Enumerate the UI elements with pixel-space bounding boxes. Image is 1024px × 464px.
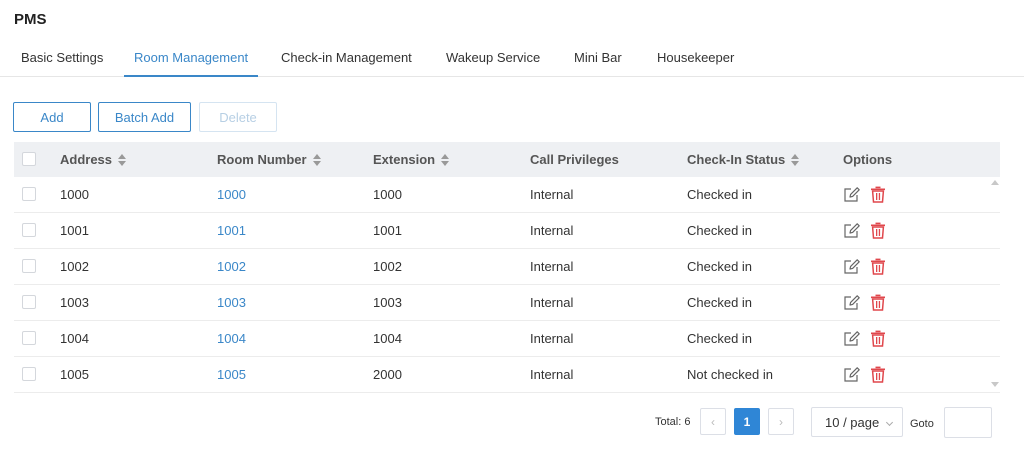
cell-extension: 2000 bbox=[373, 367, 402, 382]
next-page-button[interactable]: › bbox=[768, 408, 794, 435]
cell-room-number-link[interactable]: 1001 bbox=[217, 213, 246, 248]
trash-icon[interactable] bbox=[870, 366, 886, 383]
cell-room-number-link[interactable]: 1002 bbox=[217, 249, 246, 284]
cell-extension: 1004 bbox=[373, 331, 402, 346]
cell-address: 1001 bbox=[60, 223, 89, 238]
column-header-address[interactable]: Address bbox=[60, 142, 127, 177]
chevron-down-icon bbox=[885, 418, 894, 427]
trash-icon[interactable] bbox=[870, 294, 886, 311]
column-header-call-privileges: Call Privileges bbox=[530, 152, 619, 167]
room-table: Address Room Number Extension Call Privi… bbox=[14, 142, 1000, 393]
row-checkbox[interactable] bbox=[22, 295, 36, 309]
table-row: 1004 1004 1004 Internal Checked in bbox=[14, 321, 1000, 357]
cell-call-privileges: Internal bbox=[530, 295, 574, 310]
row-checkbox[interactable] bbox=[22, 367, 36, 381]
column-header-check-in-status[interactable]: Check-In Status bbox=[687, 142, 800, 177]
tab-check-in-management[interactable]: Check-in Management bbox=[281, 50, 412, 65]
table-body: 1000 1000 1000 Internal Checked in 1001 … bbox=[14, 177, 1000, 393]
sort-icon[interactable] bbox=[441, 153, 450, 166]
prev-page-button[interactable]: ‹ bbox=[700, 408, 726, 435]
table-row: 1003 1003 1003 Internal Checked in bbox=[14, 285, 1000, 321]
goto-page-input[interactable] bbox=[944, 407, 992, 438]
edit-icon[interactable] bbox=[844, 366, 860, 383]
app-title: PMS bbox=[14, 11, 47, 28]
sort-icon[interactable] bbox=[791, 153, 800, 166]
cell-extension: 1001 bbox=[373, 223, 402, 238]
cell-call-privileges: Internal bbox=[530, 259, 574, 274]
cell-check-in-status: Checked in bbox=[687, 259, 753, 274]
sort-icon[interactable] bbox=[312, 153, 321, 166]
cell-call-privileges: Internal bbox=[530, 367, 574, 382]
tab-mini-bar[interactable]: Mini Bar bbox=[574, 50, 622, 65]
cell-address: 1004 bbox=[60, 331, 89, 346]
batch-add-button[interactable]: Batch Add bbox=[98, 102, 191, 132]
cell-address: 1000 bbox=[60, 187, 89, 202]
row-checkbox[interactable] bbox=[22, 331, 36, 345]
active-tab-indicator bbox=[124, 75, 258, 77]
trash-icon[interactable] bbox=[870, 186, 886, 203]
page-1-button[interactable]: 1 bbox=[734, 408, 760, 435]
edit-icon[interactable] bbox=[844, 258, 860, 275]
column-header-extension[interactable]: Extension bbox=[373, 142, 450, 177]
tab-housekeeper[interactable]: Housekeeper bbox=[657, 50, 734, 65]
sort-icon[interactable] bbox=[118, 153, 127, 166]
table-row: 1001 1001 1001 Internal Checked in bbox=[14, 213, 1000, 249]
tab-basic-settings[interactable]: Basic Settings bbox=[21, 50, 103, 65]
row-checkbox[interactable] bbox=[22, 259, 36, 273]
cell-room-number-link[interactable]: 1004 bbox=[217, 321, 246, 356]
pagination-total: Total: 6 bbox=[655, 416, 691, 428]
column-header-options: Options bbox=[843, 152, 893, 167]
tab-wakeup-service[interactable]: Wakeup Service bbox=[446, 50, 540, 65]
edit-icon[interactable] bbox=[844, 222, 860, 239]
goto-label: Goto bbox=[910, 418, 934, 430]
column-header-room-number[interactable]: Room Number bbox=[217, 142, 321, 177]
table-header: Address Room Number Extension Call Privi… bbox=[14, 142, 1000, 177]
scroll-down-arrow[interactable] bbox=[991, 382, 999, 388]
row-checkbox[interactable] bbox=[22, 187, 36, 201]
cell-check-in-status: Checked in bbox=[687, 295, 753, 310]
delete-button[interactable]: Delete bbox=[199, 102, 277, 132]
trash-icon[interactable] bbox=[870, 222, 886, 239]
edit-icon[interactable] bbox=[844, 186, 860, 203]
add-button[interactable]: Add bbox=[13, 102, 91, 132]
cell-call-privileges: Internal bbox=[530, 223, 574, 238]
cell-room-number-link[interactable]: 1003 bbox=[217, 285, 246, 320]
cell-room-number-link[interactable]: 1000 bbox=[217, 177, 246, 212]
cell-extension: 1003 bbox=[373, 295, 402, 310]
table-row: 1005 1005 2000 Internal Not checked in bbox=[14, 357, 1000, 393]
scroll-up-arrow[interactable] bbox=[991, 180, 999, 186]
cell-check-in-status: Checked in bbox=[687, 331, 753, 346]
cell-extension: 1000 bbox=[373, 187, 402, 202]
cell-address: 1002 bbox=[60, 259, 89, 274]
cell-check-in-status: Not checked in bbox=[687, 367, 773, 382]
edit-icon[interactable] bbox=[844, 294, 860, 311]
page-size-select[interactable]: 10 / page bbox=[811, 407, 903, 437]
cell-extension: 1002 bbox=[373, 259, 402, 274]
cell-check-in-status: Checked in bbox=[687, 187, 753, 202]
cell-call-privileges: Internal bbox=[530, 331, 574, 346]
tab-bar: Basic Settings Room Management Check-in … bbox=[0, 44, 1024, 77]
trash-icon[interactable] bbox=[870, 258, 886, 275]
cell-address: 1003 bbox=[60, 295, 89, 310]
cell-check-in-status: Checked in bbox=[687, 223, 753, 238]
cell-address: 1005 bbox=[60, 367, 89, 382]
table-row: 1000 1000 1000 Internal Checked in bbox=[14, 177, 1000, 213]
tab-room-management[interactable]: Room Management bbox=[134, 50, 248, 65]
cell-call-privileges: Internal bbox=[530, 187, 574, 202]
table-row: 1002 1002 1002 Internal Checked in bbox=[14, 249, 1000, 285]
trash-icon[interactable] bbox=[870, 330, 886, 347]
edit-icon[interactable] bbox=[844, 330, 860, 347]
row-checkbox[interactable] bbox=[22, 223, 36, 237]
select-all-checkbox[interactable] bbox=[22, 152, 36, 166]
cell-room-number-link[interactable]: 1005 bbox=[217, 357, 246, 392]
